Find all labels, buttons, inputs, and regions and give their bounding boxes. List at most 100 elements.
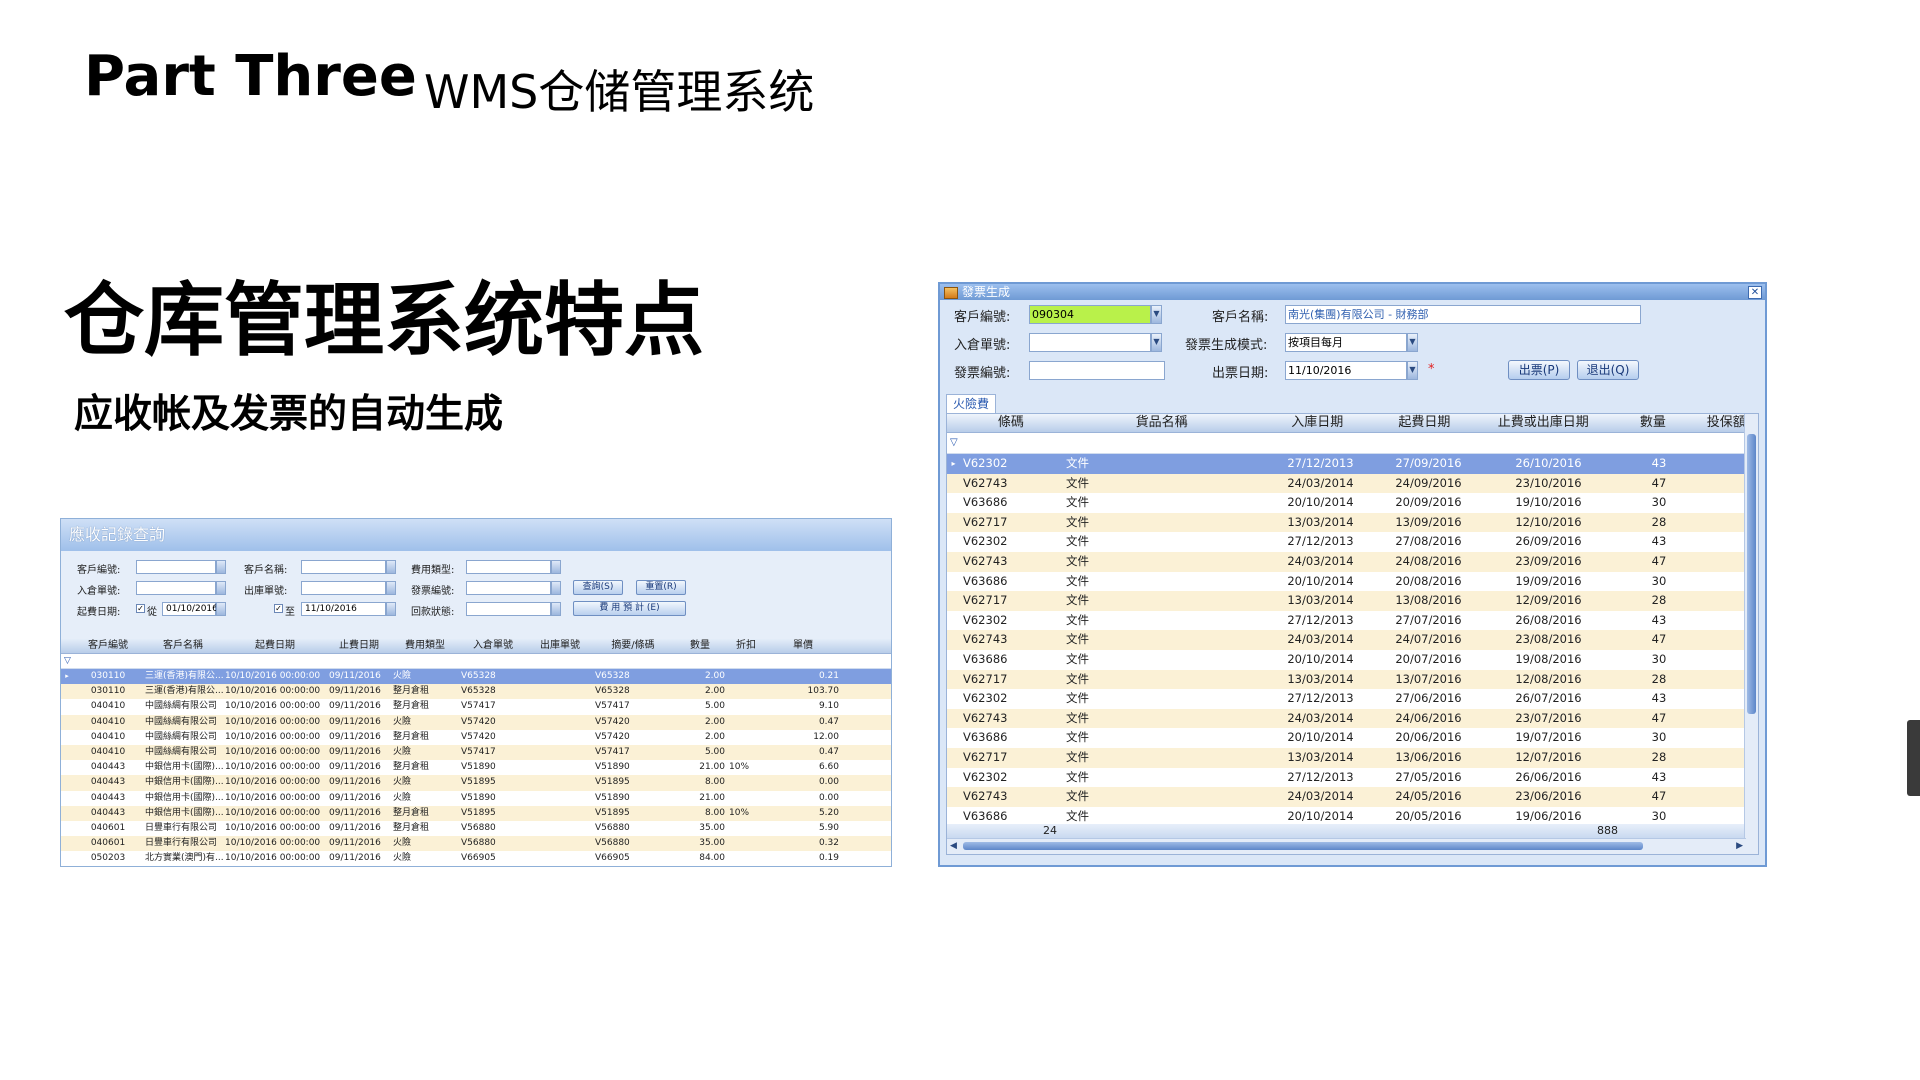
dropdown-arrow-icon[interactable] [386, 560, 396, 574]
table-row[interactable]: V62743 文件 24/03/2014 24/06/2016 23/07/2016 47 [947, 708, 1758, 729]
dropdown-arrow-icon[interactable] [216, 560, 226, 574]
search-button[interactable]: 查詢(S) [573, 580, 623, 595]
table-row[interactable]: 040410 中國絲綢有限公司 10/10/2016 00:00:00 09/11/2… [61, 730, 891, 745]
table-row[interactable]: V62743 文件 24/03/2014 24/07/2016 23/08/2016 47 [947, 630, 1758, 650]
dropdown-arrow-icon[interactable] [551, 581, 561, 595]
scrollbar-thumb[interactable] [963, 842, 1643, 850]
customer-name-field[interactable]: 南光(集團)有限公司 - 財務部 [1285, 305, 1641, 324]
dropdown-arrow-icon[interactable]: ▼ [1151, 333, 1162, 352]
column-header[interactable]: 客戶編號 [73, 638, 143, 653]
dropdown-arrow-icon[interactable] [216, 602, 226, 616]
column-header[interactable]: 折扣 [727, 638, 765, 653]
filter-row[interactable]: ▽ [947, 433, 1758, 454]
table-row[interactable]: V62743 文件 24/03/2014 24/09/2016 23/10/2016 47 [947, 473, 1758, 494]
filter-row[interactable]: ▽ [61, 654, 891, 669]
table-row[interactable]: 040443 中銀信用卡(國際)... 10/10/2016 00:00:00 09/… [61, 805, 891, 821]
checkbox-icon[interactable]: ✓ [274, 604, 283, 613]
invoice-mode-select[interactable]: 按項目每月 [1285, 333, 1407, 352]
table-row[interactable]: 040410 中國絲綢有限公司 10/10/2016 00:00:00 09/11/2… [61, 699, 891, 714]
table-row[interactable]: V62302 文件 27/12/2013 27/07/2016 26/08/2016 43 [947, 611, 1758, 631]
table-row[interactable]: V62717 文件 13/03/2014 13/08/2016 12/09/2016 28 [947, 591, 1758, 611]
customer-code-input[interactable]: 090304 [1029, 305, 1151, 324]
date-from-input[interactable]: 01/10/2016 [162, 602, 218, 616]
dropdown-arrow-icon[interactable]: ▼ [1407, 361, 1418, 380]
column-header[interactable]: 起費日期 [1373, 414, 1475, 432]
table-row[interactable]: V63686 文件 20/10/2014 20/09/2016 19/10/2016 30 [947, 493, 1758, 513]
dropdown-arrow-icon[interactable] [386, 581, 396, 595]
table-row[interactable]: V63686 文件 20/10/2014 20/08/2016 19/09/2016 30 [947, 572, 1758, 592]
invoice-no-input[interactable] [1029, 361, 1165, 380]
table-row[interactable]: V63686 文件 20/10/2014 20/06/2016 19/07/2016 30 [947, 728, 1758, 748]
table-row[interactable]: 040601 日豐車行有限公司 10/10/2016 00:00:00 09/11/2… [61, 836, 891, 852]
table-row[interactable]: ▸ V62302 文件 27/12/2013 27/09/2016 26/10/2016 4… [947, 454, 1758, 474]
column-header[interactable]: 摘要/條碼 [593, 638, 673, 653]
column-header[interactable]: 單價 [765, 638, 841, 653]
column-header[interactable]: 止費日期 [327, 638, 391, 653]
table-row[interactable]: 040443 中銀信用卡(國際)... 10/10/2016 00:00:00 09/… [61, 791, 891, 806]
table-row[interactable]: V63686 文件 20/10/2014 20/07/2016 19/08/2016 30 [947, 650, 1758, 670]
scrollbar-thumb[interactable] [1747, 434, 1756, 714]
horizontal-scrollbar[interactable]: ◀ ▶ [947, 838, 1746, 854]
table-cell: 13/03/2014 [1287, 514, 1354, 529]
table-row[interactable]: V62717 文件 13/03/2014 13/07/2016 12/08/2016 28 [947, 669, 1758, 690]
table-row[interactable]: 030110 三運(香港)有限公... 10/10/2016 00:00:00 09/… [61, 684, 891, 700]
filter-icon[interactable]: ▽ [64, 656, 71, 666]
table-row[interactable]: 050203北方實業(澳門)有...10/10/2016 00:00:0009/… [61, 866, 891, 867]
table-row[interactable]: V62717 文件 13/03/2014 13/09/2016 12/10/2016 28 [947, 512, 1758, 533]
column-header[interactable]: 貨品名稱 [1062, 414, 1261, 432]
table-row[interactable]: 040410 中國絲綢有限公司 10/10/2016 00:00:00 09/11/2… [61, 714, 891, 730]
inbound-no-input[interactable] [136, 581, 216, 595]
invoice-no-input[interactable] [466, 581, 551, 595]
table-cell [527, 821, 593, 836]
dropdown-arrow-icon[interactable] [216, 581, 226, 595]
table-row[interactable]: 040410 中國絲綢有限公司 10/10/2016 00:00:00 09/11/2… [61, 744, 891, 761]
fee-type-select[interactable] [466, 560, 551, 574]
table-row[interactable]: V62302 文件 27/12/2013 27/08/2016 26/09/2016 43 [947, 532, 1758, 552]
vertical-scrollbar[interactable] [1744, 414, 1758, 854]
side-handle[interactable] [1907, 720, 1920, 796]
dropdown-arrow-icon[interactable] [551, 602, 561, 616]
payment-status-select[interactable] [466, 602, 551, 616]
scroll-right-icon[interactable]: ▶ [1736, 841, 1743, 851]
table-row[interactable]: V62302 文件 27/12/2013 27/06/2016 26/07/2016 43 [947, 689, 1758, 709]
inbound-no-input[interactable] [1029, 333, 1151, 352]
column-header[interactable]: 入倉單號 [459, 638, 527, 653]
customer-name-input[interactable] [301, 560, 386, 574]
table-row[interactable]: 040601 日豐車行有限公司 10/10/2016 00:00:00 09/11/2… [61, 821, 891, 836]
invoice-date-input[interactable]: 11/10/2016 [1285, 361, 1407, 380]
column-header[interactable]: 出庫單號 [527, 638, 593, 653]
close-icon[interactable]: ✕ [1748, 286, 1762, 299]
issue-invoice-button[interactable]: 出票(P) [1508, 360, 1570, 380]
column-header[interactable]: 條碼 [960, 414, 1062, 432]
column-header[interactable]: 費用類型 [391, 638, 459, 653]
customer-code-input[interactable] [136, 560, 216, 574]
checkbox-icon[interactable]: ✓ [136, 604, 145, 613]
column-header[interactable]: 客戶名稱 [143, 638, 223, 653]
reset-button[interactable]: 重置(R) [636, 580, 686, 595]
column-header[interactable]: 數量 [673, 638, 727, 653]
dropdown-arrow-icon[interactable]: ▼ [1407, 333, 1418, 352]
table-cell: 中國絲綢有限公司 [145, 716, 218, 727]
tab-fire-insurance[interactable]: 火險費 [946, 394, 996, 414]
fee-forecast-button[interactable]: 費 用 預 計 (E) [573, 601, 686, 616]
column-header[interactable]: 入庫日期 [1261, 414, 1373, 432]
table-row[interactable]: V62302 文件 27/12/2013 27/05/2016 26/06/2016 43 [947, 768, 1758, 788]
column-header[interactable]: 起費日期 [223, 638, 327, 653]
table-row[interactable]: ▸ 030110 三運(香港)有限公... 10/10/2016 00:00:00 09… [61, 669, 891, 685]
column-header[interactable]: 數量 [1611, 414, 1694, 432]
outbound-no-input[interactable] [301, 581, 386, 595]
table-row[interactable]: 040443 中銀信用卡(國際)... 10/10/2016 00:00:00 09/… [61, 775, 891, 791]
date-to-input[interactable]: 11/10/2016 [301, 602, 386, 616]
table-row[interactable]: 050203北方實業(澳門)有...10/10/2016 00:00:0009/… [61, 851, 891, 866]
filter-icon[interactable]: ▽ [950, 437, 958, 448]
table-row[interactable]: V62717 文件 13/03/2014 13/06/2016 12/07/2016 28 [947, 747, 1758, 768]
table-row[interactable]: 040443 中銀信用卡(國際)... 10/10/2016 00:00:00 09/… [61, 760, 891, 775]
exit-button[interactable]: 退出(Q) [1577, 360, 1639, 380]
table-row[interactable]: V62743 文件 24/03/2014 24/05/2016 23/06/2016 47 [947, 787, 1758, 807]
column-header[interactable]: 止費或出庫日期 [1475, 414, 1611, 432]
table-row[interactable]: V62743 文件 24/03/2014 24/08/2016 23/09/2016 47 [947, 551, 1758, 572]
scroll-left-icon[interactable]: ◀ [950, 841, 957, 851]
dropdown-arrow-icon[interactable] [386, 602, 396, 616]
dropdown-arrow-icon[interactable] [551, 560, 561, 574]
dropdown-arrow-icon[interactable]: ▼ [1151, 305, 1162, 324]
